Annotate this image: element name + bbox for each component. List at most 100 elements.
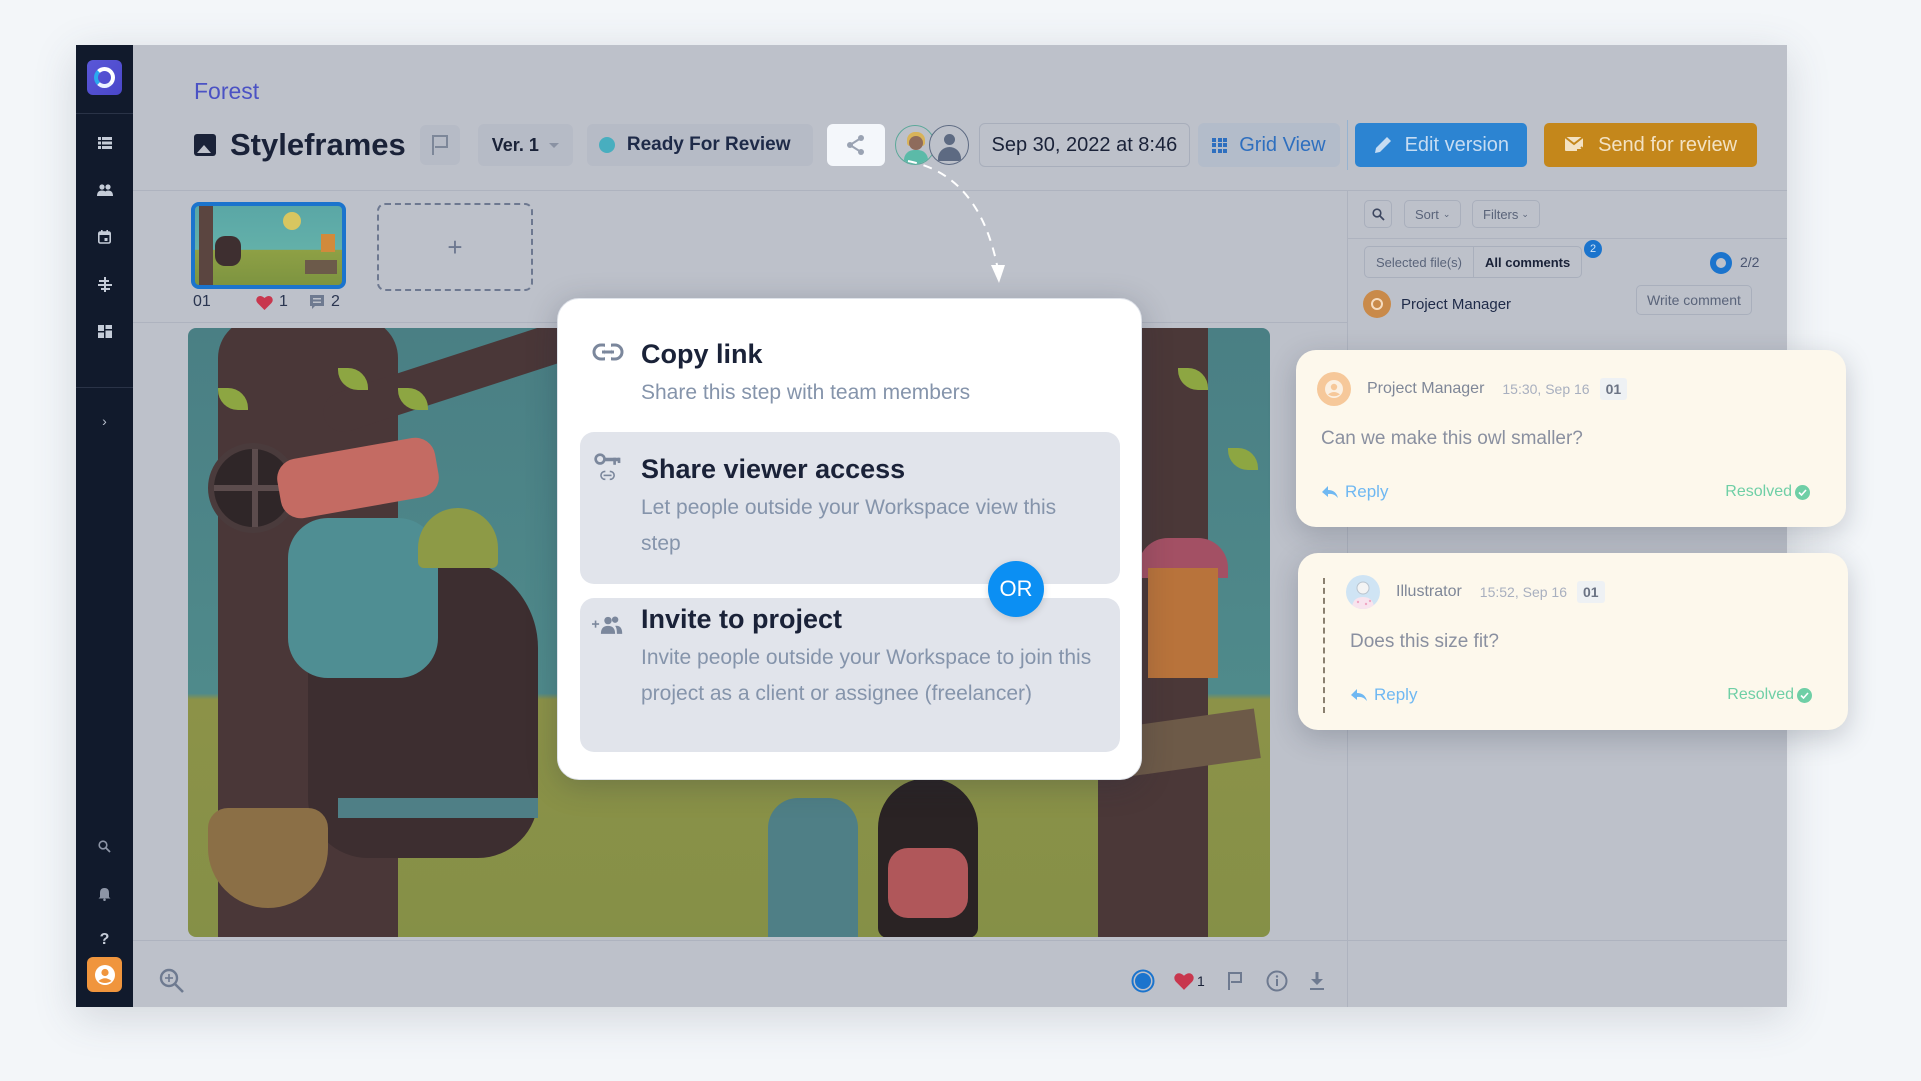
add-file-button[interactable]: +: [377, 203, 533, 291]
resolved-status[interactable]: Resolved: [1727, 686, 1812, 704]
thumbnail-01[interactable]: [191, 202, 346, 289]
grid-icon: [1212, 137, 1228, 153]
comment-header: Project Manager 15:30, Sep 16 01: [1317, 372, 1628, 406]
sort-dropdown[interactable]: Sort ⌄: [1404, 200, 1462, 228]
comment-header: Illustrator 15:52, Sep 16 01: [1346, 575, 1605, 609]
tab-selected-files[interactable]: Selected file(s): [1365, 247, 1474, 277]
or-separator-badge: OR: [988, 561, 1044, 617]
search-icon: [1371, 207, 1385, 221]
reply-icon: [1322, 486, 1338, 498]
avatar: [1317, 372, 1351, 406]
header-divider: [1346, 120, 1348, 170]
share-option-viewer-access[interactable]: Share viewer access Let people outside y…: [580, 432, 1120, 584]
profile-button[interactable]: [87, 957, 122, 992]
comment-icon: [310, 295, 324, 309]
team-icon: [96, 184, 113, 196]
user-icon: [1325, 380, 1343, 398]
send-mail-icon: [1564, 136, 1586, 154]
thumbnail-comments[interactable]: 2: [309, 293, 340, 311]
comment-search-button[interactable]: [1364, 200, 1392, 228]
sidebar-notifications-button[interactable]: [76, 883, 133, 905]
breadcrumb[interactable]: Forest: [194, 78, 259, 105]
option-title: Invite to project: [641, 604, 843, 634]
send-for-review-button[interactable]: Send for review: [1544, 123, 1758, 167]
status-ring-button[interactable]: [1131, 965, 1155, 997]
sort-label: Sort: [1415, 206, 1439, 222]
sidebar-item-dashboard[interactable]: [76, 320, 133, 342]
status-dropdown[interactable]: Ready For Review: [586, 124, 813, 166]
thread-line: [1323, 578, 1325, 713]
calendar-icon: [98, 230, 111, 244]
comment-time: 15:52, Sep 16: [1479, 584, 1567, 600]
write-comment-button[interactable]: Write comment: [1636, 285, 1752, 315]
send-for-review-label: Send for review: [1598, 133, 1738, 156]
like-count: 1: [1197, 973, 1205, 989]
sidebar-expand-button[interactable]: ›: [76, 410, 133, 432]
sidebar-item-timeline[interactable]: [76, 273, 133, 295]
comment-file-tag[interactable]: 01: [1576, 581, 1605, 603]
tab-all-comments[interactable]: All comments: [1474, 247, 1581, 277]
flag-button[interactable]: [419, 125, 460, 165]
comment-text: Can we make this owl smaller?: [1321, 428, 1583, 449]
sidebar-item-team[interactable]: [76, 179, 133, 201]
panel-toolbar-divider: [1348, 238, 1787, 239]
resolved-status[interactable]: Resolved: [1725, 483, 1810, 501]
info-button[interactable]: [1266, 965, 1288, 997]
comment-author: Project Manager: [1367, 380, 1485, 397]
current-user: Project Manager: [1363, 290, 1511, 318]
share-option-copy-link[interactable]: Copy link Share this step with team memb…: [580, 311, 1120, 431]
thumbnail-index: 01: [193, 293, 211, 310]
resolved-label: Resolved: [1725, 483, 1792, 500]
heart-icon: [1174, 973, 1194, 990]
pencil-icon: [1374, 137, 1391, 153]
share-button[interactable]: [826, 124, 885, 166]
option-title: Copy link: [641, 339, 763, 369]
avatar: [1363, 290, 1391, 318]
option-description: Invite people outside your Workspace to …: [641, 646, 1092, 705]
list-icon: [97, 137, 112, 149]
flag-button[interactable]: [1227, 965, 1243, 997]
key-link-icon: [592, 452, 624, 482]
grid-view-button[interactable]: Grid View: [1198, 123, 1340, 167]
current-user-name: Project Manager: [1401, 295, 1512, 313]
version-dropdown[interactable]: Ver. 1: [477, 124, 573, 166]
reply-button[interactable]: Reply: [1321, 482, 1388, 502]
download-button[interactable]: [1309, 965, 1325, 997]
app-logo[interactable]: [87, 60, 122, 95]
reply-button[interactable]: Reply: [1350, 685, 1417, 705]
thumbnail-likes[interactable]: 1: [256, 293, 288, 311]
option-description: Share this step with team members: [641, 381, 971, 404]
dashboard-icon: [97, 324, 112, 338]
expand-chevron-icon: ›: [102, 413, 107, 429]
zoom-in-button[interactable]: [159, 965, 185, 997]
filters-dropdown[interactable]: Filters ⌄: [1472, 200, 1540, 228]
comment-card: Illustrator 15:52, Sep 16 01 Does this s…: [1298, 553, 1848, 730]
sidebar-item-list[interactable]: [76, 132, 133, 154]
sidebar-divider: [76, 387, 133, 388]
chevron-down-icon: [548, 142, 559, 148]
link-icon: [592, 337, 624, 367]
zoom-in-icon: [159, 968, 184, 993]
likes-count: 1: [279, 293, 288, 310]
image-icon: [194, 134, 216, 156]
info-icon: [1266, 970, 1288, 992]
logo-icon: [94, 67, 115, 88]
page-title: Styleframes: [230, 127, 406, 162]
share-menu: Copy link Share this step with team memb…: [557, 298, 1142, 780]
like-button[interactable]: 1: [1174, 965, 1205, 997]
sidebar-search-button[interactable]: [76, 835, 133, 857]
pointer-arrow: [907, 160, 1005, 283]
check-circle-icon: [1795, 484, 1810, 500]
sidebar-help-button[interactable]: ?: [76, 929, 133, 951]
sidebar-item-calendar[interactable]: [76, 226, 133, 248]
resolved-progress: 2/2: [1740, 254, 1760, 270]
filters-label: Filters: [1483, 206, 1519, 222]
share-option-invite-to-project[interactable]: Invite to project Invite people outside …: [580, 598, 1120, 752]
version-label: Ver. 1: [491, 134, 539, 155]
sidebar: › ?: [76, 45, 133, 1007]
option-title: Share viewer access: [641, 454, 906, 484]
edit-version-button[interactable]: Edit version: [1354, 123, 1528, 167]
illustrator-avatar-icon: [1352, 581, 1374, 609]
comment-file-tag[interactable]: 01: [1599, 378, 1628, 400]
avatar: [1346, 575, 1380, 609]
